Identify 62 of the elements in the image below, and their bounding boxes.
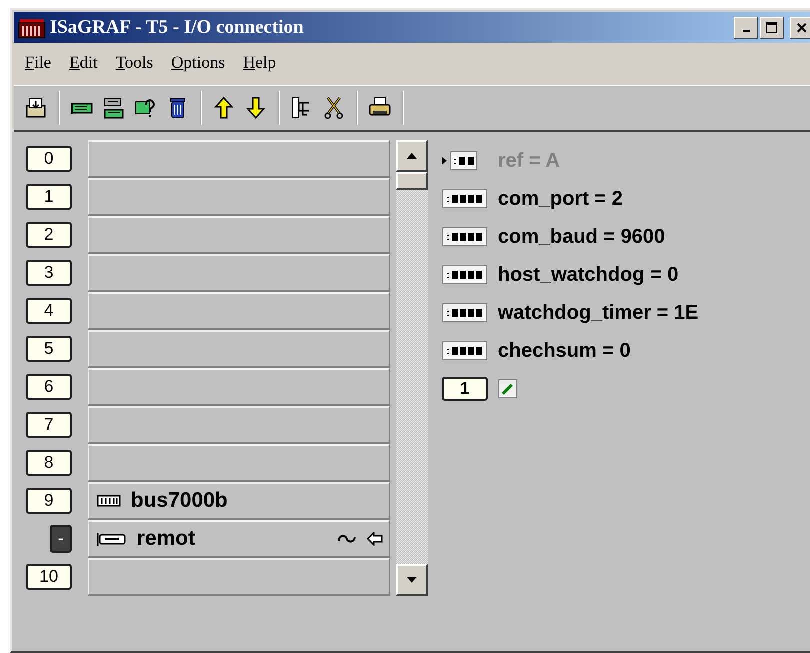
cut-icon[interactable] <box>322 96 346 120</box>
up-triangle-icon[interactable] <box>406 152 418 160</box>
slot-number[interactable]: 8 <box>26 450 72 476</box>
slot-number[interactable]: 2 <box>26 222 72 248</box>
parameter-icon <box>442 302 488 324</box>
wave-icon <box>337 532 357 546</box>
parameter-text: com_baud = 9600 <box>498 226 666 248</box>
parameter-icon <box>442 264 488 286</box>
window-title: ISaGRAF - T5 - I/O connection <box>50 16 305 38</box>
parameter-icon <box>442 340 488 362</box>
slot-cell[interactable] <box>88 178 390 216</box>
close-button[interactable] <box>790 16 810 38</box>
parameter-text: watchdog_timer = 1E <box>498 302 699 324</box>
menu-item[interactable]: Edit <box>62 51 105 75</box>
slot-cell[interactable]: bus7000b <box>88 482 390 520</box>
slot-number[interactable]: 6 <box>26 374 72 400</box>
menu-item[interactable]: Options <box>164 51 232 75</box>
slot-number[interactable]: 3 <box>26 260 72 286</box>
parameter-icon <box>442 226 488 248</box>
slot-number[interactable]: 4 <box>26 298 72 324</box>
menu-item[interactable]: Help <box>236 51 284 75</box>
close-icon <box>796 22 808 34</box>
down-triangle-icon[interactable] <box>406 576 418 584</box>
slot-number[interactable]: 7 <box>26 412 72 438</box>
slot-cell[interactable] <box>88 254 390 292</box>
boards-icon[interactable] <box>102 96 126 120</box>
parameter-text: ref = A <box>498 150 560 172</box>
slot-cell[interactable] <box>88 558 390 596</box>
slot-number[interactable]: 1 <box>26 184 72 210</box>
menu-item[interactable]: File <box>18 51 58 75</box>
edit-icon[interactable] <box>498 379 518 399</box>
slot-cell[interactable] <box>88 368 390 406</box>
channel-number[interactable]: 1 <box>442 377 488 401</box>
maximize-button[interactable] <box>760 16 784 38</box>
menu-item[interactable]: Tools <box>108 51 160 75</box>
slot-cell[interactable] <box>88 330 390 368</box>
parameter-icon <box>442 188 488 210</box>
parameter-text: host_watchdog = 0 <box>498 264 679 286</box>
slot-cell[interactable] <box>88 140 390 178</box>
up-arrow-icon[interactable] <box>212 96 236 120</box>
minimize-button[interactable] <box>734 16 758 38</box>
parameter-text: chechsum = 0 <box>498 340 631 362</box>
board-icon <box>97 494 121 508</box>
left-arrow-icon <box>367 532 383 546</box>
scroll-thumb[interactable] <box>396 172 428 190</box>
minimize-icon <box>742 30 750 32</box>
slot-cell[interactable] <box>88 292 390 330</box>
slot-cell[interactable] <box>88 216 390 254</box>
slot-number[interactable]: 0 <box>26 146 72 172</box>
parameter-text: com_port = 2 <box>498 188 624 210</box>
slot-cell[interactable] <box>88 444 390 482</box>
slot-cell[interactable]: remot <box>88 520 390 558</box>
slot-number[interactable]: - <box>50 525 72 553</box>
scrollbar[interactable] <box>396 140 428 596</box>
slot-number[interactable]: 5 <box>26 336 72 362</box>
slot-cell[interactable] <box>88 406 390 444</box>
equipment-icon <box>97 531 127 547</box>
maximize-icon <box>766 22 778 34</box>
slot-number[interactable]: 9 <box>26 488 72 514</box>
import-icon[interactable] <box>24 96 48 120</box>
down-arrow-icon[interactable] <box>244 96 268 120</box>
slot-number[interactable]: 10 <box>26 564 72 590</box>
